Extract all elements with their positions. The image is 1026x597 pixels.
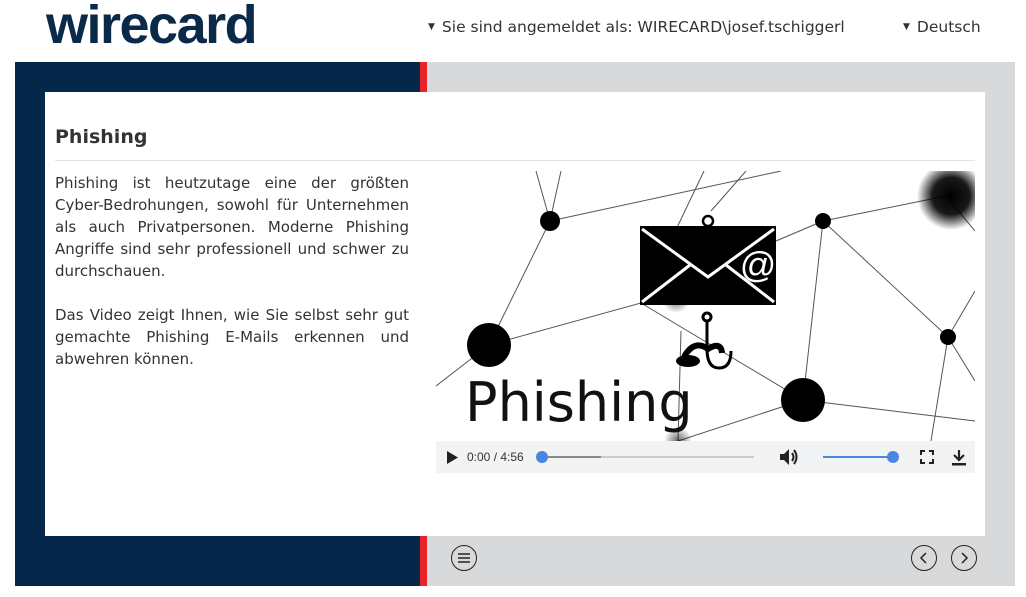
envelope-icon: @ [640,214,777,305]
play-icon[interactable] [445,450,459,465]
menu-button[interactable] [451,545,477,571]
chevron-right-circle-icon [961,552,969,564]
volume-level [823,456,893,458]
page-title: Phishing [55,126,148,148]
wirecard-logo: wirecard [46,0,258,55]
download-icon[interactable] [951,449,967,466]
volume-handle[interactable] [887,451,899,463]
svg-text:@: @ [740,244,777,285]
video-player[interactable]: @ Phishing 0:00 / 4:56 [436,171,975,473]
poster-title: Phishing [465,371,693,434]
time-display: 0:00 / 4:56 [467,450,524,464]
user-account-dropdown[interactable]: ▼ Sie sind angemeldet als: WIRECARD\jose… [428,18,845,36]
video-poster-image: @ Phishing [436,171,975,441]
language-dropdown[interactable]: ▼ Deutsch [903,18,981,36]
next-button[interactable] [951,545,977,571]
fullscreen-icon[interactable] [920,450,934,464]
title-divider [55,160,975,161]
lesson-text: Phishing ist heutzutage eine der größten… [55,172,409,392]
lesson-paragraph: Das Video zeigt Ihnen, wie Sie selbst se… [55,306,409,368]
video-controls: 0:00 / 4:56 [436,441,975,473]
seek-buffered [542,456,601,458]
volume-icon[interactable] [779,448,799,466]
previous-button[interactable] [911,545,937,571]
user-account-label: Sie sind angemeldet als: WIRECARD\josef.… [441,18,845,36]
caret-down-icon: ▼ [903,22,910,32]
seek-handle[interactable] [536,451,548,463]
chevron-left-circle-icon [919,552,927,564]
lesson-paragraph: Phishing ist heutzutage eine der größten… [55,174,409,280]
caret-down-icon: ▼ [428,22,435,32]
language-label: Deutsch [916,18,981,36]
menu-circle-icon [458,553,470,563]
